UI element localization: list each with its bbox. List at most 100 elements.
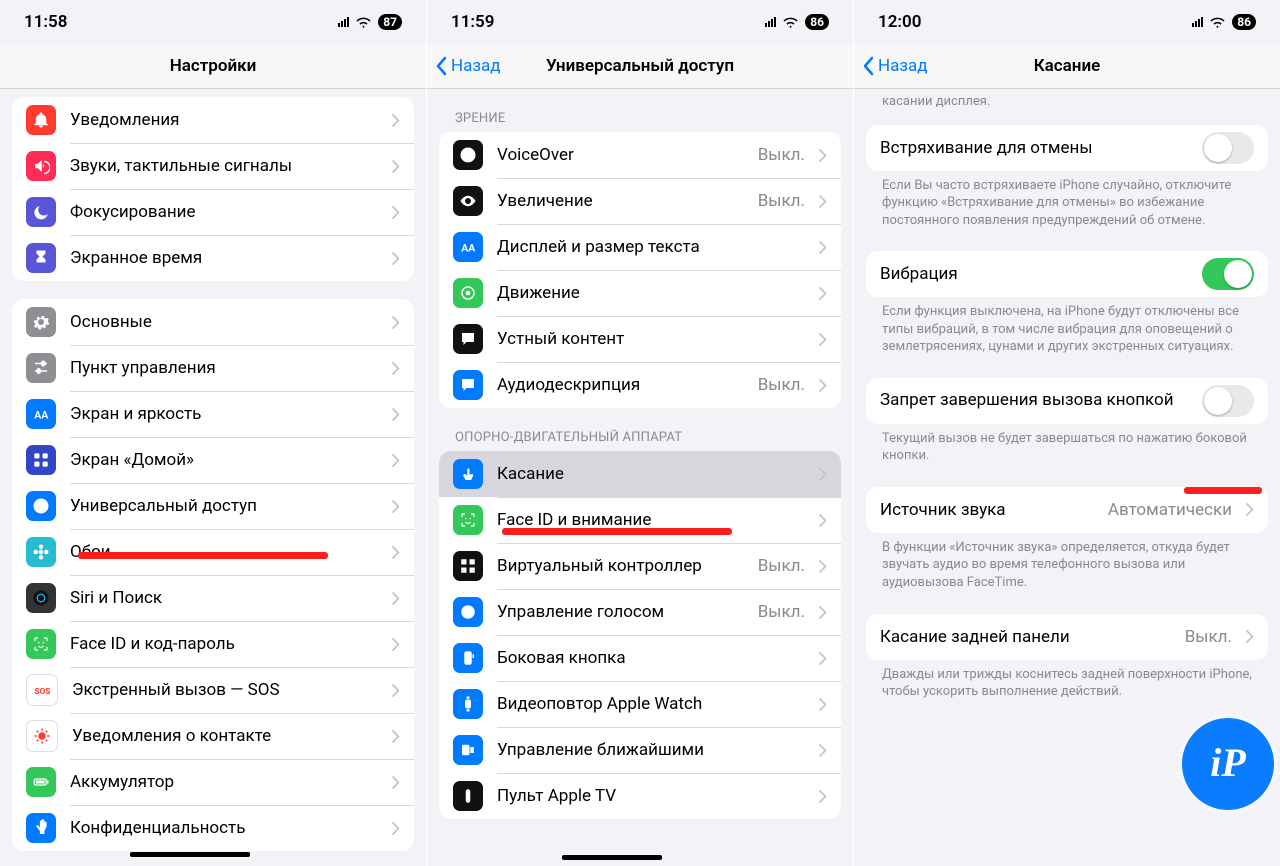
chevron-right-icon [392,316,400,329]
vibration-toggle[interactable] [1202,258,1254,290]
accessibility-list[interactable]: ЗРЕНИЕ VoiceOver Выкл. Увеличение Выкл. … [427,89,853,819]
faceid-attention-row[interactable]: Face ID и внимание [439,497,841,543]
settings-root-screen: 11:58 87 Настройки Уведомления Звуки, та… [0,0,426,866]
faceid-attention-icon [453,505,483,535]
privacy-icon [26,813,56,843]
screentime-row[interactable]: Экранное время [12,235,414,281]
chevron-right-icon [819,241,827,254]
voiceover-icon [453,140,483,170]
exposure-row[interactable]: Уведомления о контакте [12,713,414,759]
prevent-lock-end-call-row[interactable]: Запрет завершения вызова кнопкой [866,378,1268,424]
chevron-right-icon [392,114,400,127]
voice-control-row[interactable]: Управление голосом Выкл. [439,589,841,635]
motion-icon [453,278,483,308]
side-button-icon [453,643,483,673]
status-bar: 12:00 86 [854,0,1280,44]
zoom-icon [453,186,483,216]
audio-desc-row[interactable]: Аудиодескрипция Выкл. [439,362,841,408]
status-time: 11:58 [24,12,213,32]
notifications-row[interactable]: Уведомления [12,97,414,143]
motion-row[interactable]: Движение [439,270,841,316]
zoom-row[interactable]: Увеличение Выкл. [439,178,841,224]
sounds-row[interactable]: Звуки, тактильные сигналы [12,143,414,189]
wifi-icon [782,16,799,29]
battery-percent: 87 [378,14,402,30]
watch-mirror-icon [453,689,483,719]
faceid-row[interactable]: Face ID и код-пароль [12,621,414,667]
control-center-row[interactable]: Пункт управления [12,345,414,391]
cellular-icon [338,17,349,27]
chevron-right-icon [819,744,827,757]
voiceover-row[interactable]: VoiceOver Выкл. [439,132,841,178]
switch-control-row[interactable]: Виртуальный контроллер Выкл. [439,543,841,589]
endcall-footer: Текущий вызов не будет завершаться по на… [854,424,1280,469]
general-icon [26,307,56,337]
watch-mirror-row[interactable]: Видеоповтор Apple Watch [439,681,841,727]
chevron-right-icon [1246,630,1254,643]
nearby-row[interactable]: Управление ближайшими [439,727,841,773]
notifications-icon [26,105,56,135]
exposure-icon [26,720,58,752]
back-button[interactable]: Назад [435,56,501,76]
chevron-right-icon [819,379,827,392]
chevron-right-icon [392,362,400,375]
wallpaper-icon [26,537,56,567]
spoken-row[interactable]: Устный контент [439,316,841,362]
chevron-right-icon [392,160,400,173]
vibration-row[interactable]: Вибрация [866,251,1268,297]
chevron-right-icon [819,698,827,711]
display-text-row[interactable]: Дисплей и размер текста [439,224,841,270]
chevron-right-icon [819,652,827,665]
nav-bar: Настройки [0,44,426,89]
chevron-right-icon [392,206,400,219]
screentime-icon [26,243,56,273]
privacy-row[interactable]: Конфиденциальность [12,805,414,851]
accessibility-screen: 11:59 86 Назад Универсальный доступ ЗРЕН… [427,0,853,866]
chevron-right-icon [392,684,400,697]
apple-tv-remote-icon [453,781,483,811]
cellular-icon [765,17,776,27]
apple-tv-remote-row[interactable]: Пульт Apple TV [439,773,841,819]
battery-icon [26,767,56,797]
touch-row[interactable]: Касание [439,451,841,497]
section-header-vision: ЗРЕНИЕ [427,89,853,132]
vibration-footer: Если функция выключена, на iPhone будут … [854,297,1280,360]
accessibility-row[interactable]: Универсальный доступ [12,483,414,529]
cellular-icon [1192,17,1203,27]
chevron-right-icon [392,546,400,559]
siri-search-row[interactable]: Siri и Поиск [12,575,414,621]
audiosrc-footer: В функции «Источник звука» определяется,… [854,533,1280,596]
prevent-lock-end-call-toggle[interactable] [1202,385,1254,417]
display-row[interactable]: Экран и яркость [12,391,414,437]
chevron-right-icon [819,606,827,619]
highlight-accessibility-underline [78,552,328,559]
audio-desc-icon [453,370,483,400]
back-chevron-icon [862,56,874,76]
battery-row[interactable]: Аккумулятор [12,759,414,805]
focus-row[interactable]: Фокусирование [12,189,414,235]
chevron-right-icon [819,790,827,803]
redaction-bar [130,852,250,857]
sos-row[interactable]: Экстренный вызов — SOS [12,667,414,713]
shake-to-undo-row[interactable]: Встряхивание для отмены [866,125,1268,171]
settings-list[interactable]: Уведомления Звуки, тактильные сигналы Фо… [0,97,426,851]
chevron-right-icon [819,195,827,208]
touch-list[interactable]: касании дисплея. Встряхивание для отмены… [854,89,1280,705]
switch-control-icon [453,551,483,581]
nearby-icon [453,735,483,765]
highlight-touch-underline [502,528,732,535]
shake-footer: Если Вы часто встряхиваете iPhone случай… [854,171,1280,234]
side-button-row[interactable]: Боковая кнопка [439,635,841,681]
backtap-footer: Дважды или трижды коснитесь задней повер… [854,660,1280,705]
sos-icon [26,674,58,706]
watermark-badge: iP [1182,718,1274,810]
home-screen-row[interactable]: Экран «Домой» [12,437,414,483]
redaction-bar [562,855,662,860]
back-button[interactable]: Назад [862,56,928,76]
back-tap-row[interactable]: Касание задней панели Выкл. [866,614,1268,660]
sounds-icon [26,151,56,181]
nav-bar: Назад Универсальный доступ [427,44,853,89]
shake-to-undo-toggle[interactable] [1202,132,1254,164]
general-row[interactable]: Основные [12,299,414,345]
accessibility-icon [26,491,56,521]
